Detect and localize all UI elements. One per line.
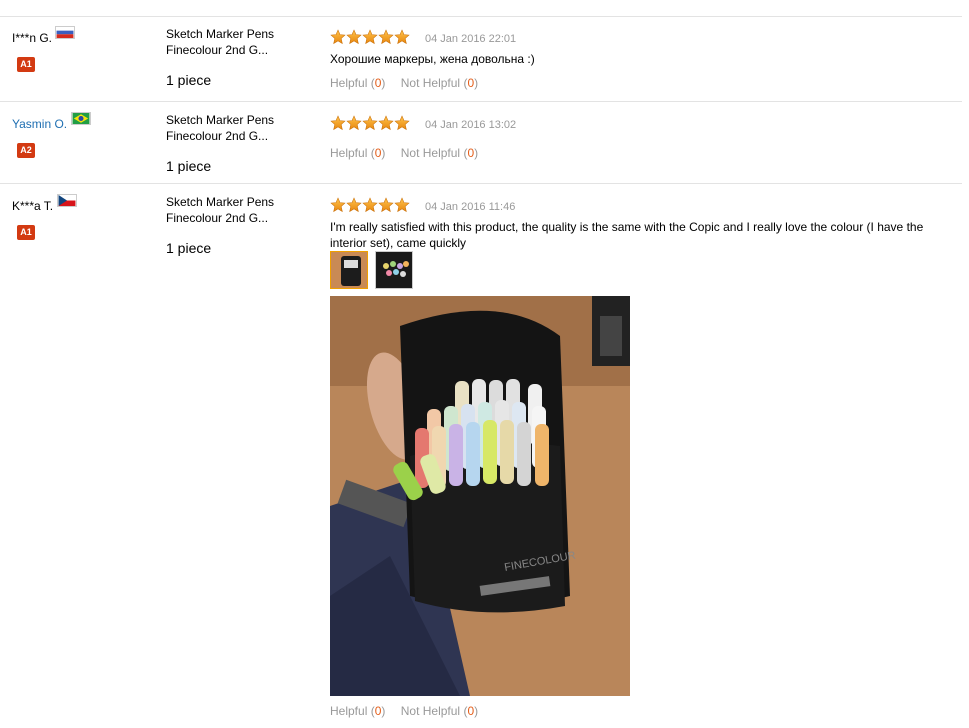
buyer-level-badge: A2 — [17, 143, 35, 158]
star-icon — [378, 29, 394, 45]
not-helpful-link[interactable]: Not Helpful (0) — [401, 146, 478, 160]
star-icon — [346, 115, 362, 131]
product-title[interactable]: Sketch Marker Pens Finecolour 2nd G... — [166, 194, 296, 226]
review-photo-thumbnail[interactable] — [375, 251, 413, 289]
star-icon — [346, 29, 362, 45]
reviewer-name: I***n G. — [12, 31, 53, 45]
star-icon — [330, 197, 346, 213]
not-helpful-link[interactable]: Not Helpful (0) — [401, 76, 478, 90]
not-helpful-link[interactable]: Not Helpful (0) — [401, 704, 478, 718]
review-row: I***n G. A1 Sketch Marker Pens Finecolou… — [0, 15, 962, 102]
flag-ru-icon — [55, 26, 75, 39]
review-photo-large[interactable]: FINECOLOUR — [330, 296, 630, 696]
product-title[interactable]: Sketch Marker Pens Finecolour 2nd G... — [166, 26, 296, 58]
star-icon — [362, 115, 378, 131]
helpful-link[interactable]: Helpful (0) — [330, 704, 385, 718]
star-icon — [330, 115, 346, 131]
star-icon — [346, 197, 362, 213]
star-icon — [394, 115, 410, 131]
reviewer-name: K***a T. — [12, 199, 54, 213]
helpful-votes: Helpful (0) Not Helpful (0) — [330, 704, 478, 718]
product-title[interactable]: Sketch Marker Pens Finecolour 2nd G... — [166, 112, 296, 144]
flag-cz-icon — [57, 194, 77, 207]
product-title-line1: Sketch Marker Pens — [166, 113, 275, 127]
helpful-link[interactable]: Helpful (0) — [330, 146, 385, 160]
star-icon — [394, 29, 410, 45]
review-date: 04 Jan 2016 11:46 — [425, 201, 516, 213]
helpful-votes: Helpful (0) Not Helpful (0) — [330, 76, 478, 90]
product-title-line2: Finecolour 2nd G... — [166, 211, 269, 225]
quantity: 1 piece — [166, 240, 212, 256]
review-text: I'm really satisfied with this product, … — [330, 220, 924, 250]
product-title-line1: Sketch Marker Pens — [166, 195, 275, 209]
star-icon — [394, 197, 410, 213]
star-rating — [330, 115, 410, 131]
buyer-level-badge: A1 — [17, 225, 35, 240]
star-icon — [362, 197, 378, 213]
helpful-votes: Helpful (0) Not Helpful (0) — [330, 146, 478, 160]
review-row: K***a T. A1 Sketch Marker Pens Finecolou… — [0, 183, 962, 728]
review-date: 04 Jan 2016 22:01 — [425, 33, 517, 45]
flag-br-icon — [71, 112, 91, 125]
quantity: 1 piece — [166, 72, 212, 88]
product-title-line2: Finecolour 2nd G... — [166, 129, 269, 143]
quantity: 1 piece — [166, 158, 212, 174]
product-title-line1: Sketch Marker Pens — [166, 27, 275, 41]
review-date: 04 Jan 2016 13:02 — [425, 119, 517, 131]
star-icon — [378, 197, 394, 213]
star-rating — [330, 197, 410, 213]
review-text: Хорошие маркеры, жена довольна :) — [330, 52, 535, 66]
star-rating — [330, 29, 410, 45]
star-icon — [378, 115, 394, 131]
star-icon — [330, 29, 346, 45]
helpful-link[interactable]: Helpful (0) — [330, 76, 385, 90]
review-photo-thumbnail[interactable] — [330, 251, 368, 289]
star-icon — [362, 29, 378, 45]
buyer-level-badge: A1 — [17, 57, 35, 72]
review-row: Yasmin O. A2 Sketch Marker Pens Finecolo… — [0, 101, 962, 184]
reviewer-name[interactable]: Yasmin O. — [12, 117, 67, 131]
product-title-line2: Finecolour 2nd G... — [166, 43, 269, 57]
